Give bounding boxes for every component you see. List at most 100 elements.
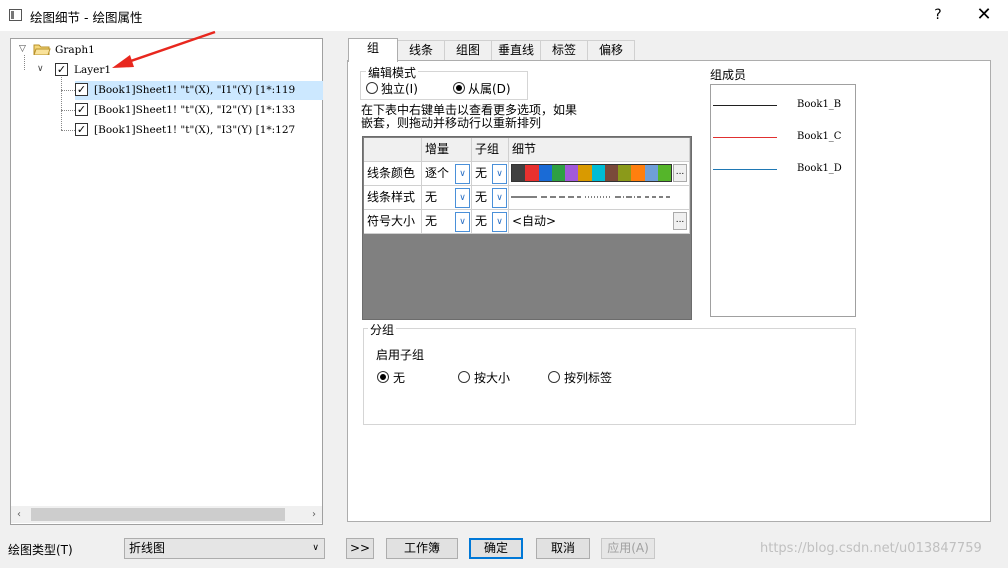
- tree-item-plot[interactable]: [Book1]Sheet1! "t"(X), "I3"(Y) [1*:127: [94, 121, 295, 139]
- line-style-list-cell[interactable]: [509, 186, 690, 210]
- row-label-line-color[interactable]: 线条颜色: [364, 162, 422, 186]
- scroll-right-icon[interactable]: ›: [306, 506, 322, 523]
- color-swatch: [644, 165, 658, 181]
- edit-mode-title: 编辑模式: [366, 64, 419, 81]
- chevron-down-icon: ∨: [312, 543, 319, 553]
- tree-connector: [61, 90, 75, 91]
- collapse-icon[interactable]: ∨: [37, 64, 47, 74]
- color-swatch: [551, 165, 565, 181]
- plot-checkbox[interactable]: ✓: [75, 123, 88, 136]
- annotation-arrow: [112, 30, 216, 68]
- workbook-button[interactable]: 工作簿: [386, 538, 458, 559]
- dependent-label[interactable]: 从属(D): [468, 80, 511, 97]
- color-swatch: [631, 165, 645, 181]
- members-list: Book1_B Book1_C Book1_D: [710, 84, 856, 317]
- none-label[interactable]: 无: [393, 369, 405, 386]
- scroll-left-icon[interactable]: ‹: [11, 506, 27, 523]
- folder-icon: [33, 44, 51, 55]
- tab-group[interactable]: 组: [348, 38, 398, 62]
- tab-offset[interactable]: 偏移: [587, 40, 635, 60]
- edit-size-button[interactable]: ...: [673, 212, 687, 230]
- color-swatch: [657, 165, 671, 181]
- cancel-button[interactable]: 取消: [536, 538, 590, 559]
- tab-line[interactable]: 线条: [397, 40, 445, 60]
- layer-checkbox[interactable]: ✓: [55, 63, 68, 76]
- instruction-text: 在下表中右键单击以查看更多选项，如果嵌套，则拖动并移动行以重新排列: [361, 103, 578, 130]
- app-icon: [9, 9, 22, 21]
- independent-label[interactable]: 独立(I): [381, 80, 418, 97]
- color-swatch: [618, 165, 632, 181]
- increment-value: 无: [425, 214, 438, 228]
- tree-item-plot[interactable]: [Book1]Sheet1! "t"(X), "I1"(Y) [1*:119: [94, 81, 295, 99]
- color-swatch: [604, 165, 618, 181]
- dropdown-icon[interactable]: ∨: [455, 188, 470, 208]
- increment-value: 无: [425, 190, 438, 204]
- group-settings-grid[interactable]: 增量 子组 细节 线条颜色 逐个 ∨ 无 ∨ ... 线条样式 无 ∨ 无 ∨ …: [362, 136, 692, 320]
- member-name: Book1_B: [797, 99, 842, 110]
- expand-button[interactable]: >>: [346, 538, 374, 559]
- grouping-title: 分组: [368, 321, 397, 338]
- ok-button[interactable]: 确定: [469, 538, 523, 559]
- enable-subgroup-label: 启用子组: [376, 348, 425, 362]
- tree-connector: [61, 110, 75, 111]
- member-name: Book1_C: [797, 131, 842, 142]
- radio-dependent[interactable]: [453, 82, 465, 94]
- color-swatch: [538, 165, 552, 181]
- dropdown-icon[interactable]: ∨: [492, 212, 507, 232]
- color-swatch: [525, 165, 539, 181]
- close-button[interactable]: ✕: [970, 5, 998, 25]
- row-label-line-style[interactable]: 线条样式: [364, 186, 422, 210]
- line-style-preview: [511, 196, 671, 198]
- member-line-sample: [713, 105, 777, 106]
- member-name: Book1_D: [797, 163, 842, 174]
- symbol-size-value: <自动>: [512, 214, 557, 228]
- header-increment: 增量: [422, 138, 472, 162]
- by-column-label-label[interactable]: 按列标签: [564, 369, 612, 386]
- color-list-swatches: [511, 164, 672, 182]
- plot-tree-panel[interactable]: ▽ Graph1 ∨ ✓ Layer1 ✓ [Book1]Sheet1! "t"…: [10, 38, 323, 525]
- title-bar: [0, 0, 1008, 31]
- tab-plot-group[interactable]: 组图: [444, 40, 492, 60]
- grid-corner: [364, 138, 422, 162]
- radio-by-size[interactable]: [458, 371, 470, 383]
- symbol-size-cell[interactable]: <自动>: [509, 210, 690, 234]
- help-button[interactable]: ?: [928, 5, 948, 25]
- watermark: https://blog.csdn.net/u013847759: [760, 541, 982, 556]
- tree-connector: [61, 130, 75, 131]
- member-line-sample: [713, 169, 777, 170]
- tree-item-plot[interactable]: [Book1]Sheet1! "t"(X), "I2"(Y) [1*:133: [94, 101, 295, 119]
- radio-none[interactable]: [377, 371, 389, 383]
- radio-by-column-label[interactable]: [548, 371, 560, 383]
- by-size-label[interactable]: 按大小: [474, 369, 510, 386]
- tree-connector: [61, 77, 62, 130]
- scrollbar-thumb[interactable]: [31, 508, 285, 521]
- tree-connector: [24, 55, 25, 70]
- plot-checkbox[interactable]: ✓: [75, 103, 88, 116]
- tree-item-graph[interactable]: Graph1: [55, 41, 95, 59]
- row-label-symbol-size[interactable]: 符号大小: [364, 210, 422, 234]
- tab-labels[interactable]: 标签: [540, 40, 588, 60]
- subgroup-value: 无: [475, 214, 488, 228]
- members-title: 组成员: [710, 68, 747, 82]
- dropdown-icon[interactable]: ∨: [492, 164, 507, 184]
- plot-type-select[interactable]: 折线图 ∨: [124, 538, 325, 559]
- subgroup-value: 无: [475, 190, 488, 204]
- apply-button[interactable]: 应用(A): [601, 538, 655, 559]
- plot-checkbox[interactable]: ✓: [75, 83, 88, 96]
- color-swatch: [512, 165, 526, 181]
- radio-independent[interactable]: [366, 82, 378, 94]
- dropdown-icon[interactable]: ∨: [492, 188, 507, 208]
- dropdown-icon[interactable]: ∨: [455, 164, 470, 184]
- subgroup-value: 无: [475, 166, 488, 180]
- plot-type-label: 绘图类型(T): [8, 543, 73, 557]
- edit-colors-button[interactable]: ...: [673, 164, 687, 182]
- tab-drop-lines[interactable]: 垂直线: [491, 40, 541, 60]
- dropdown-icon[interactable]: ∨: [455, 212, 470, 232]
- tree-horizontal-scrollbar[interactable]: ‹ ›: [11, 506, 322, 523]
- color-swatch: [578, 165, 592, 181]
- color-list-cell[interactable]: [509, 162, 690, 186]
- header-detail: 细节: [509, 138, 690, 162]
- color-swatch: [591, 165, 605, 181]
- window-title: 绘图细节 - 绘图属性: [30, 10, 143, 25]
- collapse-icon[interactable]: ▽: [19, 44, 29, 54]
